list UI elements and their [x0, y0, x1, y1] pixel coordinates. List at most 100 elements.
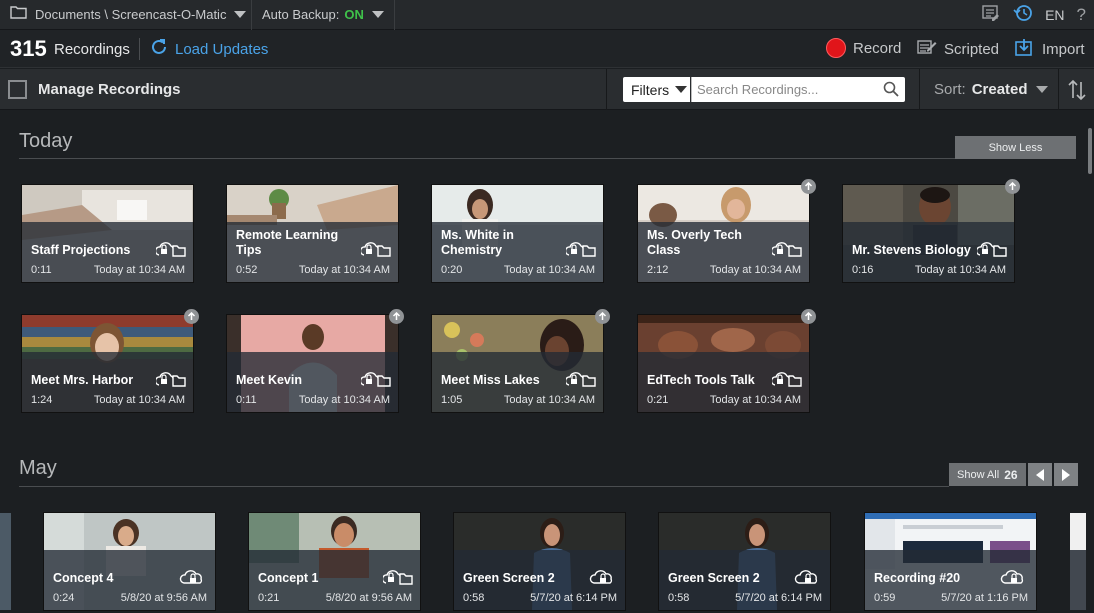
top-bar: Documents \ Screencast-O-Matic Auto Back… — [0, 0, 1094, 30]
cloud-lock-icon — [564, 371, 596, 392]
auto-backup-toggle[interactable]: Auto Backup: ON — [252, 0, 395, 30]
recording-duration: 0:11 — [236, 394, 257, 406]
recording-date: Today at 10:34 AM — [298, 394, 390, 406]
recording-card[interactable]: Green Screen 2 0:58 5/7/20 at 6:14 PM — [659, 513, 830, 610]
scrollbar-thumb[interactable] — [1088, 128, 1092, 174]
recording-duration: 0:11 — [31, 264, 52, 276]
cloud-lock-icon — [770, 371, 802, 392]
recording-card[interactable]: Concept 4 0:24 5/8/20 at 9:56 AM — [44, 513, 215, 610]
recording-title: Recording #20 — [874, 571, 961, 585]
refresh-icon — [150, 38, 168, 61]
cloud-lock-icon — [588, 569, 618, 590]
recordings-toolbar: 315 Recordings Load Updates Record Scrip… — [0, 30, 1094, 68]
chevron-down-icon — [1035, 86, 1048, 93]
recording-date: 5/8/20 at 9:56 AM — [325, 592, 412, 604]
upload-icon — [389, 309, 404, 324]
record-button[interactable]: Record — [826, 38, 901, 58]
recording-card[interactable]: Staff Projections 0:11 Today at 10:34 AM — [22, 185, 193, 282]
recording-title: Meet Miss Lakes — [441, 373, 540, 387]
recording-title: Concept 4 — [53, 571, 114, 585]
recording-card[interactable]: Meet Mrs. Harbor 1:24 Today at 10:34 AM — [22, 315, 193, 412]
recording-card[interactable]: Remote Learning Tips 0:52 Today at 10:34… — [227, 185, 398, 282]
search-box[interactable] — [691, 77, 905, 102]
chevron-left-icon — [1035, 468, 1044, 481]
cloud-lock-icon — [793, 569, 823, 590]
notes-icon[interactable] — [981, 4, 1001, 27]
show-less-button[interactable]: Show Less — [955, 136, 1076, 159]
import-button[interactable]: Import — [1015, 38, 1085, 61]
upload-icon — [801, 179, 816, 194]
cloud-lock-icon — [975, 241, 1007, 262]
language-selector[interactable]: EN — [1045, 7, 1064, 23]
cloud-lock-icon — [359, 371, 391, 392]
load-updates-button[interactable]: Load Updates — [150, 38, 268, 61]
recording-card[interactable]: Ms. White in Chemistry 0:20 Today at 10:… — [432, 185, 603, 282]
recording-card[interactable]: Meet Miss Lakes 1:05 Today at 10:34 AM — [432, 315, 603, 412]
recording-duration: 0:52 — [236, 264, 258, 276]
recording-date: Today at 10:34 AM — [298, 264, 390, 276]
recording-card[interactable]: Concept 1 0:21 5/8/20 at 9:56 AM — [249, 513, 420, 610]
previous-page-button[interactable] — [1027, 463, 1052, 486]
sort-direction-icon[interactable] — [1066, 78, 1088, 107]
show-all-button[interactable]: Show All 26 — [949, 463, 1026, 486]
recording-title: Meet Kevin — [236, 373, 302, 387]
search-icon[interactable] — [883, 81, 899, 102]
recording-card[interactable]: Ms. Overly Tech Class 2:12 Today at 10:3… — [638, 185, 809, 282]
recording-title: Staff Projections — [31, 243, 131, 257]
recording-title: Meet Mrs. Harbor — [31, 373, 134, 387]
partial-recording-card[interactable] — [0, 513, 11, 610]
recording-date: Today at 10:34 AM — [93, 394, 185, 406]
cloud-lock-icon — [154, 371, 186, 392]
filter-bar: Manage Recordings Filters Sort: Created — [0, 69, 1094, 110]
recording-duration: 2:12 — [647, 264, 669, 276]
recording-duration: 1:05 — [441, 394, 463, 406]
search-input[interactable] — [697, 80, 877, 99]
recording-title: Mr. Stevens Biology — [852, 243, 971, 257]
upload-icon — [1005, 179, 1020, 194]
record-icon — [826, 38, 846, 58]
recording-duration: 0:59 — [874, 592, 896, 604]
recording-date: 5/7/20 at 1:16 PM — [941, 592, 1028, 604]
upload-icon — [184, 309, 199, 324]
show-all-controls: Show All 26 — [949, 463, 1078, 486]
recordings-count: 315 — [10, 36, 47, 61]
recording-date: Today at 10:34 AM — [93, 264, 185, 276]
chevron-down-icon[interactable] — [371, 11, 384, 18]
auto-backup-status: ON — [344, 7, 364, 22]
select-all-checkbox[interactable] — [8, 80, 27, 99]
upload-icon — [801, 309, 816, 324]
filters-dropdown[interactable]: Filters — [623, 77, 690, 102]
divider — [19, 158, 1075, 159]
chevron-right-icon — [1061, 468, 1070, 481]
divider — [919, 69, 920, 110]
recording-card[interactable]: EdTech Tools Talk 0:21 Today at 10:34 AM — [638, 315, 809, 412]
recording-duration: 0:21 — [647, 394, 669, 406]
chevron-down-icon[interactable] — [234, 11, 247, 18]
recording-duration: 0:24 — [53, 592, 75, 604]
recording-date: 5/8/20 at 9:56 AM — [120, 592, 207, 604]
section-title-today: Today — [19, 130, 73, 152]
recording-card[interactable]: Mr. Stevens Biology 0:16 Today at 10:34 … — [843, 185, 1014, 282]
divider — [19, 486, 949, 487]
folder-path-selector[interactable]: Documents \ Screencast-O-Matic — [0, 0, 252, 30]
recording-duration: 0:20 — [441, 264, 463, 276]
sort-dropdown[interactable]: Sort: Created — [934, 81, 1048, 98]
recording-card[interactable]: Meet Kevin 0:11 Today at 10:34 AM — [227, 315, 398, 412]
manage-recordings-label[interactable]: Manage Recordings — [38, 81, 181, 98]
next-page-button[interactable] — [1053, 463, 1078, 486]
recording-duration: 1:24 — [31, 394, 53, 406]
recordings-count-label: Recordings — [54, 41, 130, 58]
recording-card[interactable]: Green Screen 2 0:58 5/7/20 at 6:14 PM — [454, 513, 625, 610]
load-updates-label: Load Updates — [175, 41, 269, 58]
recording-title: Ms. Overly Tech Class — [647, 228, 742, 257]
auto-backup-label: Auto Backup: — [262, 7, 340, 22]
recordings-list: Today Show Less Staff Projections 0:11 T… — [0, 110, 1094, 613]
partial-recording-card[interactable] — [1070, 513, 1086, 610]
scripted-button[interactable]: Scripted — [917, 38, 999, 61]
help-icon[interactable]: ? — [1077, 5, 1086, 25]
history-icon[interactable] — [1013, 3, 1033, 28]
recording-card[interactable]: Recording #20 0:59 5/7/20 at 1:16 PM — [865, 513, 1036, 610]
folder-path: Documents \ Screencast-O-Matic — [35, 7, 227, 22]
divider — [606, 69, 607, 110]
cloud-lock-icon — [178, 569, 208, 590]
